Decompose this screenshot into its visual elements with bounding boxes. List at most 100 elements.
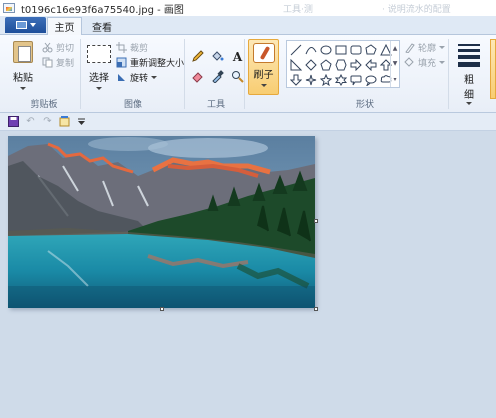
right-triangle-shape-icon[interactable]	[289, 58, 303, 72]
four-point-star-shape-icon[interactable]	[304, 73, 318, 87]
chevron-down-icon	[260, 84, 267, 87]
scroll-down-icon[interactable]: ▼	[393, 60, 398, 67]
hexagon-shape-icon[interactable]	[334, 58, 348, 72]
size-label-line1: 粗	[464, 75, 474, 86]
image-group-label: 图像	[123, 100, 142, 110]
diamond-shape-icon[interactable]	[304, 58, 318, 72]
image-canvas[interactable]	[8, 136, 315, 308]
file-menu-button[interactable]	[5, 17, 46, 33]
landscape-photo	[8, 136, 315, 308]
background-window-text-2: · 说明流水的配置	[382, 5, 451, 15]
down-arrow-shape-icon[interactable]	[289, 73, 303, 87]
fill-bucket-icon[interactable]	[209, 48, 226, 65]
quick-access-toolbar: ↶ ↷	[0, 113, 496, 131]
five-point-star-shape-icon[interactable]	[319, 73, 333, 87]
outline-label: 轮廓	[418, 44, 437, 54]
eraser-icon[interactable]	[189, 68, 206, 85]
right-arrow-shape-icon[interactable]	[349, 58, 363, 72]
group-divider	[448, 39, 449, 109]
brush-button[interactable]: 刷子	[248, 39, 279, 95]
ribbon: 粘贴 剪切 复制 剪贴板 选择 裁剪 重新调整大小 旋转 图像 A 工具 刷子 …	[0, 35, 496, 113]
tab-view[interactable]: 查看	[86, 17, 118, 35]
tab-home[interactable]: 主页	[47, 17, 82, 35]
save-icon[interactable]	[8, 116, 19, 127]
file-menu-icon	[15, 21, 27, 29]
chevron-down-icon	[20, 87, 26, 90]
resize-label: 重新调整大小	[130, 59, 185, 69]
outline-button[interactable]: 轮廓	[404, 41, 446, 54]
undo-icon[interactable]: ↶	[25, 116, 36, 127]
group-divider	[244, 39, 245, 109]
cut-button[interactable]: 剪切	[42, 41, 74, 54]
fill-bucket-icon	[404, 57, 414, 67]
properties-icon[interactable]	[59, 116, 70, 127]
resize-button[interactable]: 重新调整大小	[116, 56, 184, 69]
color1-button[interactable]	[490, 39, 496, 99]
background-window-text: 工具·测	[283, 5, 313, 15]
group-divider	[80, 39, 81, 109]
line-shape-icon[interactable]	[289, 43, 303, 57]
chevron-down-icon	[439, 46, 446, 49]
fill-button[interactable]: 填充	[404, 56, 446, 69]
curve-shape-icon[interactable]	[304, 43, 318, 57]
crop-label: 裁剪	[130, 44, 149, 54]
paste-label: 粘贴	[13, 73, 33, 84]
outline-brush-icon	[405, 43, 415, 53]
ribbon-tab-row: 主页 查看	[0, 16, 496, 35]
rotate-icon	[118, 74, 125, 81]
select-rectangle-icon	[87, 45, 111, 63]
fill-label: 填充	[418, 59, 437, 69]
color-picker-icon[interactable]	[209, 68, 226, 85]
rounded-rectangle-shape-icon[interactable]	[349, 43, 363, 57]
shapes-group-label: 形状	[355, 100, 374, 110]
window-title: t0196c16e93f6a75540.jpg - 画图	[21, 4, 184, 16]
canvas-resize-handle-right[interactable]	[314, 219, 318, 223]
copy-button[interactable]: 复制	[42, 56, 74, 69]
title-bar: t0196c16e93f6a75540.jpg - 画图 工具·测 · 说明流水…	[0, 0, 496, 16]
rotate-button[interactable]: 旋转	[116, 71, 158, 84]
pencil-icon[interactable]	[189, 48, 206, 65]
shapes-gallery[interactable]: ▲ ▼ ▾	[286, 40, 400, 88]
customize-toolbar-icon[interactable]	[76, 116, 87, 127]
rotate-label: 旋转	[130, 74, 149, 84]
clipboard-icon	[13, 41, 33, 63]
polygon-shape-icon[interactable]	[364, 43, 378, 57]
scroll-up-icon[interactable]: ▲	[393, 45, 398, 52]
chevron-down-icon	[29, 23, 36, 27]
clipboard-group-label: 剪贴板	[30, 100, 58, 110]
crop-icon	[116, 42, 127, 53]
cut-label: 剪切	[56, 44, 75, 54]
select-label: 选择	[89, 73, 109, 84]
paint-app-icon[interactable]	[3, 2, 17, 14]
size-label-line2: 细	[464, 90, 474, 101]
canvas-resize-handle-bottom[interactable]	[160, 307, 164, 311]
scissors-icon	[42, 42, 53, 53]
rounded-callout-shape-icon[interactable]	[349, 73, 363, 87]
chevron-down-icon	[96, 87, 102, 90]
six-point-star-shape-icon[interactable]	[334, 73, 348, 87]
select-button[interactable]: 选择	[85, 37, 113, 90]
pentagon-shape-icon[interactable]	[319, 58, 333, 72]
redo-icon[interactable]: ↷	[42, 116, 53, 127]
rectangle-shape-icon[interactable]	[334, 43, 348, 57]
crop-button[interactable]: 裁剪	[116, 41, 148, 54]
tools-grid: A	[189, 48, 246, 85]
canvas-resize-handle-corner[interactable]	[314, 307, 318, 311]
group-divider	[184, 39, 185, 109]
copy-icon	[42, 57, 53, 68]
tools-group-label: 工具	[206, 100, 225, 110]
shapes-scrollbar[interactable]: ▲ ▼ ▾	[390, 41, 399, 87]
size-button[interactable]: 粗 细	[452, 39, 486, 105]
left-arrow-shape-icon[interactable]	[364, 58, 378, 72]
brush-label: 刷子	[253, 70, 274, 81]
paste-button[interactable]: 粘贴	[8, 37, 38, 90]
chevron-down-icon	[439, 61, 446, 64]
gallery-expand-icon[interactable]: ▾	[393, 76, 396, 83]
chevron-down-icon	[151, 76, 158, 79]
oval-callout-shape-icon[interactable]	[364, 73, 378, 87]
oval-shape-icon[interactable]	[319, 43, 333, 57]
chevron-down-icon	[466, 102, 472, 105]
shapes-grid	[289, 43, 393, 87]
resize-icon	[116, 57, 127, 68]
copy-label: 复制	[56, 59, 75, 69]
